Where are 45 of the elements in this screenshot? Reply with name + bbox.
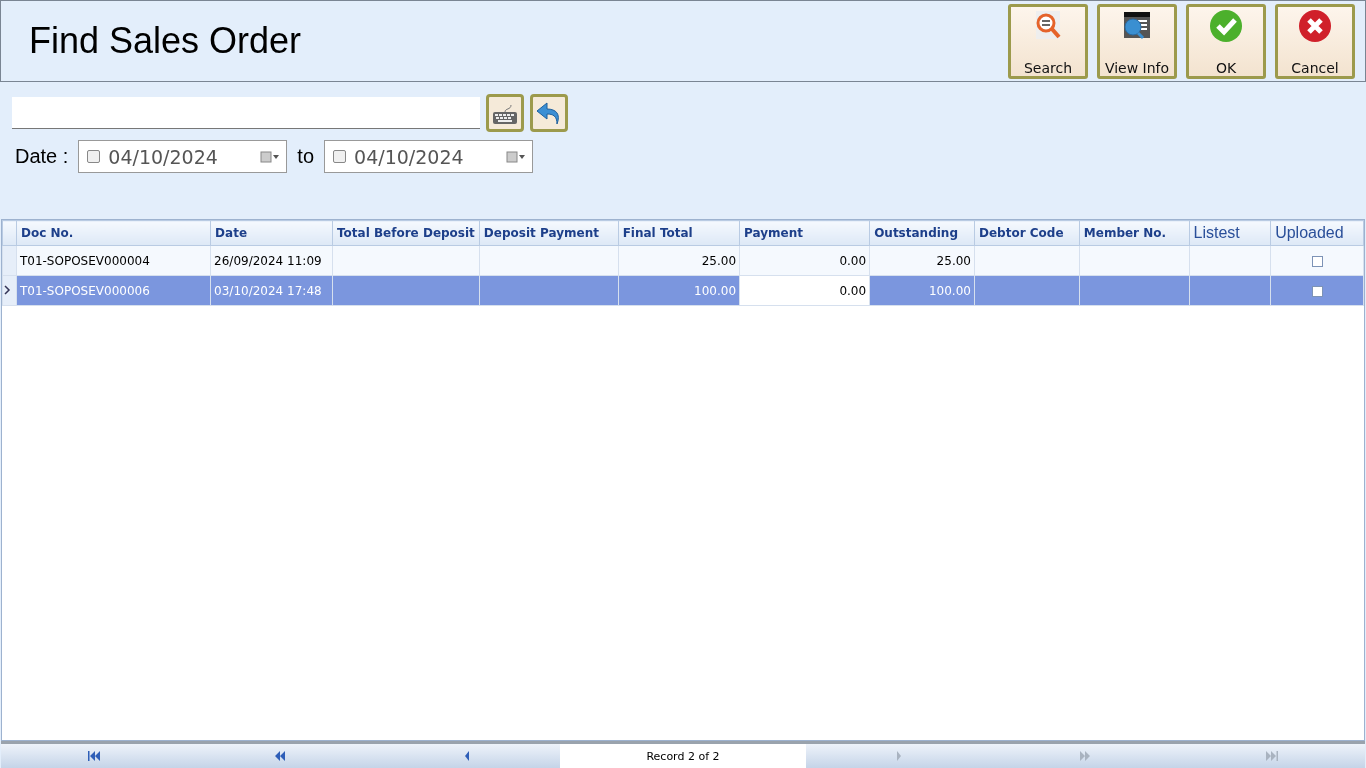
search-button[interactable]: Search <box>1008 4 1088 79</box>
to-label: to <box>297 145 315 168</box>
column-header[interactable]: Listest <box>1189 220 1271 246</box>
column-header[interactable]: Payment <box>739 220 870 246</box>
date-label: Date : <box>15 145 69 168</box>
view-info-button[interactable]: View Info <box>1097 4 1177 79</box>
table-cell: 25.00 <box>869 245 975 276</box>
cancel-button[interactable]: Cancel <box>1275 4 1355 79</box>
column-header[interactable]: Total Before Deposit <box>332 220 480 246</box>
checkbox[interactable] <box>87 150 101 163</box>
ok-button[interactable]: OK <box>1186 4 1266 79</box>
calendar-dropdown-icon[interactable] <box>260 150 281 163</box>
search-field[interactable] <box>12 97 480 129</box>
date-picker[interactable]: 04/10/2024 <box>324 140 534 173</box>
table-cell: T01-SOPOSEV000004 <box>16 245 211 276</box>
calendar-dropdown-icon[interactable] <box>506 150 527 163</box>
checkbox[interactable] <box>1311 285 1323 297</box>
column-header[interactable]: Date <box>210 220 333 246</box>
column-header[interactable]: Uploaded <box>1270 220 1364 246</box>
table-cell: 26/09/2024 11:09 <box>210 245 333 276</box>
row-header <box>2 220 17 246</box>
table-cell: 100.00 <box>618 275 740 306</box>
column-header[interactable]: Doc No. <box>16 220 211 246</box>
window-title: Find Sales Order <box>29 20 302 62</box>
column-header[interactable]: Debtor Code <box>974 220 1080 246</box>
keyboard-button[interactable] <box>486 94 524 132</box>
record-counter: Record 2 of 2 <box>560 744 806 768</box>
table-cell: T01-SOPOSEV000006 <box>16 275 211 306</box>
checkbox[interactable] <box>333 150 347 163</box>
table-cell: 0.00 <box>739 245 870 276</box>
undo-button[interactable] <box>530 94 568 132</box>
table-cell: 100.00 <box>869 275 975 306</box>
close-icon <box>1298 9 1332 43</box>
checkbox[interactable] <box>1311 255 1323 267</box>
caret-icon <box>3 284 11 295</box>
table-cell: 0.00 <box>739 275 870 306</box>
row-selector[interactable] <box>2 275 17 306</box>
column-header[interactable]: Deposit Payment <box>479 220 619 246</box>
table-cell: 03/10/2024 17:48 <box>210 275 333 306</box>
table-cell: 25.00 <box>618 245 740 276</box>
date-picker[interactable]: 04/10/2024 <box>78 140 288 173</box>
check-icon <box>1209 9 1243 43</box>
column-header[interactable]: Final Total <box>618 220 740 246</box>
column-header[interactable]: Outstanding <box>869 220 975 246</box>
column-header[interactable]: Member No. <box>1079 220 1190 246</box>
